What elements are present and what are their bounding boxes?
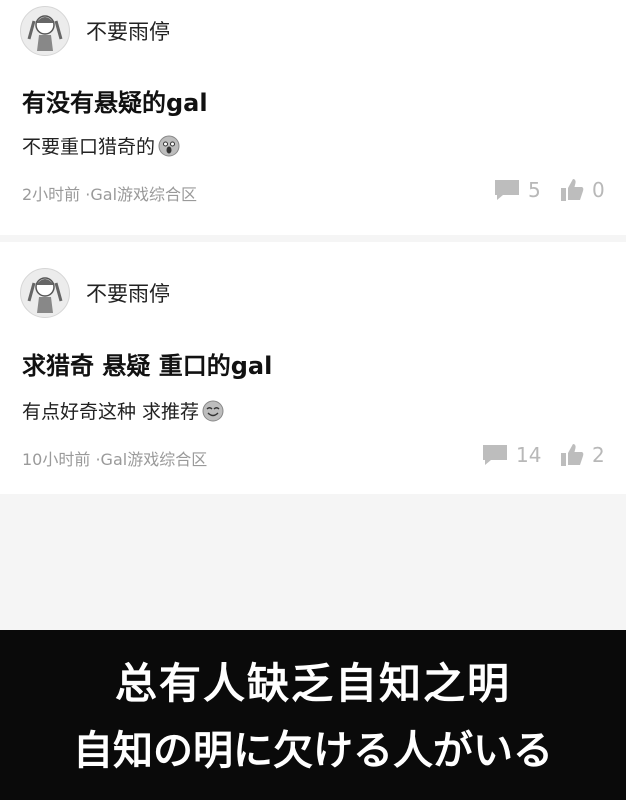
avatar[interactable] <box>20 6 70 56</box>
post-header: 不要雨停 <box>20 6 170 56</box>
anime-girl-avatar-icon <box>27 277 63 313</box>
post-category[interactable]: ·Gal游戏综合区 <box>85 185 197 204</box>
anime-girl-avatar-icon <box>27 15 63 51</box>
thumbs-up-icon <box>561 179 584 201</box>
post-title[interactable]: 求猎奇 悬疑 重口的gal <box>22 346 272 381</box>
post-body-text: 有点好奇这种 求推荐 <box>22 401 200 423</box>
thumbs-up-icon <box>561 444 584 466</box>
like-count-value: 2 <box>592 443 605 467</box>
subtitle-japanese: 自知の明に欠ける人がいる <box>73 728 553 774</box>
comment-icon <box>495 180 519 200</box>
post-body-text: 不要重口猎奇的 <box>22 136 156 158</box>
like-count[interactable]: 2 <box>560 443 605 467</box>
comment-count[interactable]: 5 <box>494 178 541 202</box>
post-header: 不要雨停 <box>20 268 170 318</box>
comment-icon <box>483 445 507 465</box>
post-body[interactable]: 不要重口猎奇的 <box>22 132 180 159</box>
comment-count[interactable]: 14 <box>482 443 541 467</box>
username[interactable]: 不要雨停 <box>86 16 170 46</box>
comment-count-value: 14 <box>516 443 542 467</box>
post-time: 2小时前 <box>22 185 81 204</box>
like-count-value: 0 <box>592 178 605 202</box>
post-body[interactable]: 有点好奇这种 求推荐 <box>22 397 224 424</box>
subtitle-chinese: 总有人缺乏自知之明 <box>114 659 511 708</box>
subtitle-banner: 总有人缺乏自知之明 自知の明に欠ける人がいる <box>0 630 626 800</box>
screaming-face-icon <box>158 135 180 156</box>
comment-count-value: 5 <box>528 178 541 202</box>
smiling-face-icon <box>202 400 224 421</box>
like-count[interactable]: 0 <box>560 178 605 202</box>
post-category[interactable]: ·Gal游戏综合区 <box>95 450 207 469</box>
post-title[interactable]: 有没有悬疑的gal <box>22 83 208 118</box>
post-time: 10小时前 <box>22 450 91 469</box>
post-meta: 2小时前 ·Gal游戏综合区 <box>22 181 197 205</box>
post-meta: 10小时前 ·Gal游戏综合区 <box>22 446 207 470</box>
avatar[interactable] <box>20 268 70 318</box>
username[interactable]: 不要雨停 <box>86 278 170 308</box>
